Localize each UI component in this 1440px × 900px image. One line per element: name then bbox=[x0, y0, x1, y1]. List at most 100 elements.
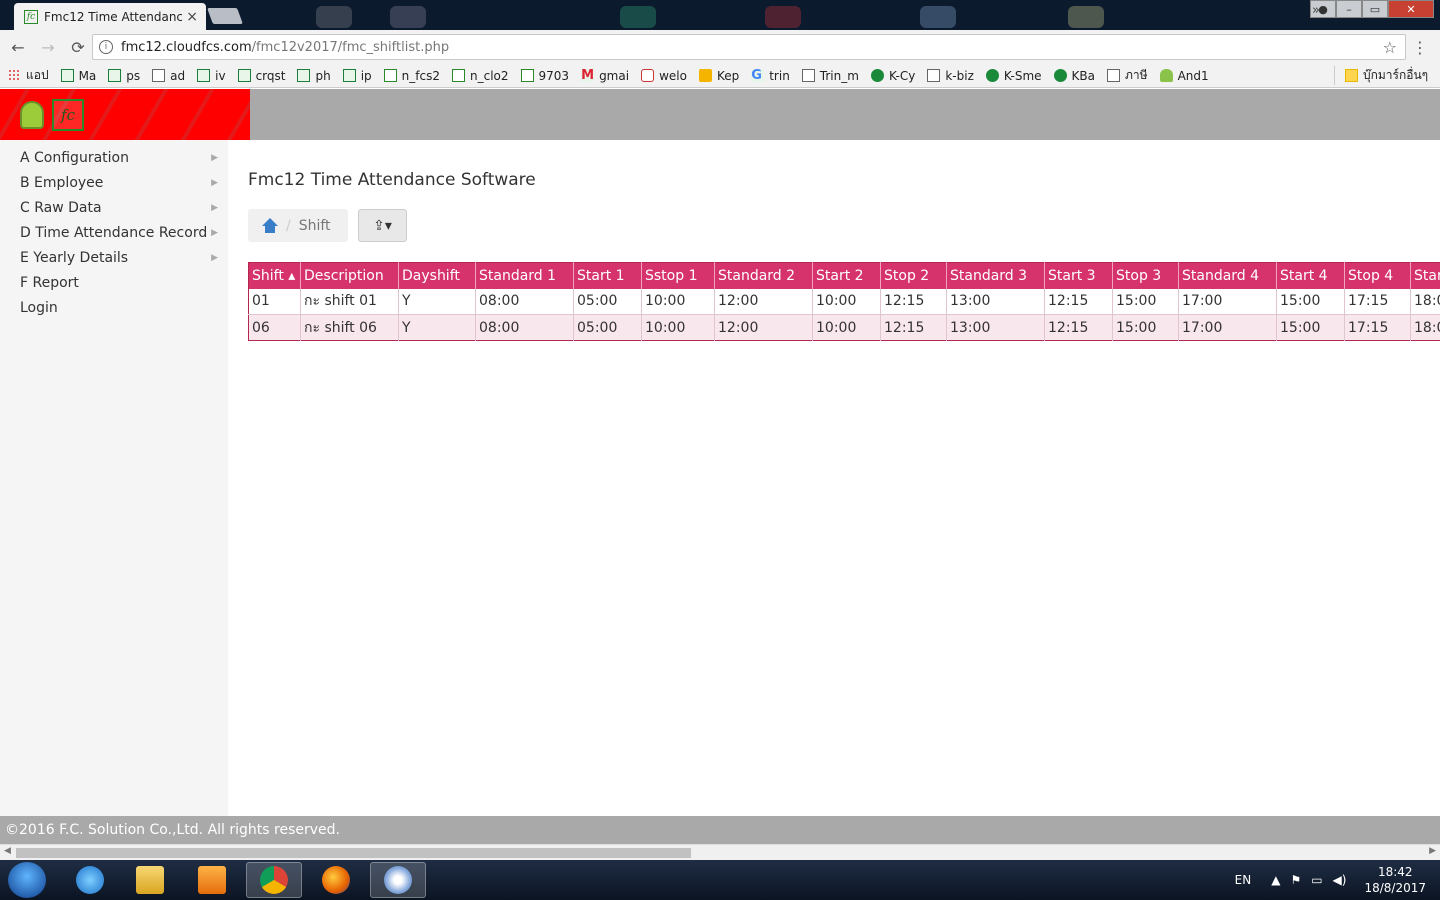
table-cell: 13:00 bbox=[946, 288, 1045, 315]
table-cell: 12:15 bbox=[880, 314, 947, 341]
site-info-icon[interactable]: i bbox=[99, 40, 113, 54]
maximize-button[interactable]: ▭ bbox=[1362, 0, 1388, 18]
bookmark-item[interactable]: iv bbox=[197, 69, 226, 83]
clock[interactable]: 18:42 18/8/2017 bbox=[1364, 864, 1426, 896]
windows-start-button[interactable] bbox=[8, 862, 46, 898]
bookmark-item[interactable]: And1 bbox=[1159, 69, 1209, 83]
table-cell: 15:00 bbox=[1112, 314, 1179, 341]
bookmark-item[interactable]: K-Sme bbox=[985, 69, 1042, 83]
bookmark-item[interactable]: 9703 bbox=[520, 69, 569, 83]
sidebar-item-label: E Yearly Details bbox=[20, 249, 129, 266]
sheets-icon bbox=[237, 69, 251, 82]
flag-icon[interactable]: ⚑ bbox=[1290, 873, 1301, 887]
taskbar-explorer[interactable] bbox=[122, 862, 178, 898]
forward-button[interactable]: → bbox=[36, 38, 60, 57]
taskbar-paint[interactable] bbox=[370, 862, 426, 898]
sidebar-item[interactable]: F Report bbox=[0, 270, 228, 295]
bookmark-item[interactable]: ph bbox=[297, 69, 331, 83]
column-header[interactable]: Star bbox=[1410, 262, 1440, 289]
bookmark-item[interactable]: Mgmai bbox=[581, 69, 629, 83]
bookmark-item[interactable]: n_fcs2 bbox=[383, 69, 440, 83]
bookmark-item[interactable]: Ma bbox=[60, 69, 96, 83]
sidebar-item[interactable]: C Raw Data ▶ bbox=[0, 195, 228, 220]
table-cell: 05:00 bbox=[573, 288, 642, 315]
bookmark-item[interactable]: แอป bbox=[8, 66, 49, 85]
minimize-button[interactable]: – bbox=[1336, 0, 1362, 18]
folder-icon bbox=[136, 866, 164, 894]
sidebar-item[interactable]: D Time Attendance Record ▶ bbox=[0, 220, 228, 245]
column-header[interactable]: Start 1 bbox=[573, 262, 642, 289]
browser-menu-icon[interactable]: ⋮ bbox=[1412, 38, 1428, 57]
browser-tab-active[interactable]: fc Fmc12 Time Attendance × bbox=[14, 3, 206, 30]
fc-logo-icon[interactable]: fc bbox=[52, 99, 84, 131]
taskbar-chrome[interactable] bbox=[246, 862, 302, 898]
bookmark-item[interactable]: n_clo2 bbox=[452, 69, 509, 83]
chrome-icon bbox=[260, 866, 288, 894]
table-row[interactable]: 01 กะ shift 01 Y 08:00 05:00 10:00 12:00 10:00 1… bbox=[248, 288, 1440, 315]
column-header[interactable]: Stop 2 bbox=[880, 262, 947, 289]
column-header[interactable]: Start 3 bbox=[1044, 262, 1113, 289]
table-cell: 18:0 bbox=[1410, 288, 1440, 315]
network-icon[interactable]: ▭ bbox=[1311, 873, 1322, 887]
logo-area: fc bbox=[0, 89, 250, 140]
column-header[interactable]: Start 2 bbox=[812, 262, 881, 289]
show-hidden-icons-icon[interactable]: ▲ bbox=[1271, 873, 1280, 887]
bookmark-item[interactable]: K-Cy bbox=[870, 69, 915, 83]
reload-button[interactable]: ⟳ bbox=[66, 38, 90, 57]
bookmark-item[interactable]: k-biz bbox=[927, 69, 974, 83]
bookmark-item[interactable]: ภาษี bbox=[1107, 66, 1148, 85]
bookmark-item[interactable]: Gtrin bbox=[751, 69, 790, 83]
scroll-right-icon[interactable]: ▶ bbox=[1429, 846, 1436, 856]
column-header[interactable]: Standard 3 bbox=[946, 262, 1045, 289]
column-header[interactable]: Stop 4 bbox=[1344, 262, 1411, 289]
back-button[interactable]: ← bbox=[6, 38, 30, 57]
column-header[interactable]: Standard 2 bbox=[714, 262, 813, 289]
sidebar-item[interactable]: A Configuration ▶ bbox=[0, 145, 228, 170]
language-indicator[interactable]: EN bbox=[1235, 873, 1252, 887]
column-header[interactable]: Start 4 bbox=[1276, 262, 1345, 289]
taskbar-firefox[interactable] bbox=[308, 862, 364, 898]
blurred-window-icon bbox=[920, 6, 956, 28]
tab-close-icon[interactable]: × bbox=[186, 9, 198, 25]
scroll-left-icon[interactable]: ◀ bbox=[4, 846, 11, 856]
sidebar-item[interactable]: E Yearly Details ▶ bbox=[0, 245, 228, 270]
column-header[interactable]: Standard 4 bbox=[1178, 262, 1277, 289]
column-header[interactable]: Dayshift bbox=[398, 262, 476, 289]
bookmark-item[interactable]: KBa bbox=[1053, 69, 1095, 83]
horizontal-scrollbar[interactable]: ◀ ▶ bbox=[0, 844, 1440, 860]
sidebar-item[interactable]: Login bbox=[0, 295, 228, 320]
column-header[interactable]: Sstop 1 bbox=[641, 262, 715, 289]
bookmark-item[interactable]: Kep bbox=[698, 69, 739, 83]
bookmark-item[interactable]: crqst bbox=[237, 69, 285, 83]
bookmark-label: ภาษี bbox=[1125, 68, 1148, 82]
android-logo-icon[interactable] bbox=[20, 101, 44, 129]
column-header[interactable]: Shift ▴ bbox=[248, 262, 301, 289]
home-icon[interactable] bbox=[262, 218, 278, 233]
bookmark-star-icon[interactable]: ☆ bbox=[1383, 38, 1397, 57]
blurred-window-icon bbox=[620, 6, 656, 28]
sheets-icon bbox=[60, 69, 74, 82]
volume-icon[interactable]: ◀) bbox=[1333, 873, 1347, 887]
table-cell: 15:00 bbox=[1276, 288, 1345, 315]
taskbar-media[interactable] bbox=[184, 862, 240, 898]
bookmark-item[interactable]: Trin_m bbox=[801, 69, 859, 83]
bookmark-item[interactable]: ip bbox=[342, 69, 372, 83]
taskbar-ie[interactable] bbox=[62, 862, 118, 898]
sidebar-item[interactable]: B Employee ▶ bbox=[0, 170, 228, 195]
column-header[interactable]: Standard 1 bbox=[475, 262, 574, 289]
bookmark-item[interactable]: ps bbox=[108, 69, 140, 83]
bookmark-item[interactable]: welo bbox=[641, 69, 687, 83]
address-bar[interactable]: i fmc12.cloudfcs.com/fmc12v2017/fmc_shif… bbox=[92, 34, 1406, 60]
column-header[interactable]: Description bbox=[300, 262, 399, 289]
bookmarks-overflow-button[interactable]: » bbox=[1312, 3, 1320, 18]
close-window-button[interactable]: ✕ bbox=[1388, 0, 1434, 18]
table-row[interactable]: 06 กะ shift 06 Y 08:00 05:00 10:00 12:00 10:00 1… bbox=[248, 314, 1440, 341]
column-header[interactable]: Stop 3 bbox=[1112, 262, 1179, 289]
windows-taskbar: EN ▲ ⚑ ▭ ◀) 18:42 18/8/2017 bbox=[0, 860, 1440, 900]
export-dropdown-button[interactable]: ⇪▾ bbox=[358, 209, 407, 242]
submenu-arrow-icon: ▶ bbox=[211, 177, 218, 188]
scrollbar-thumb[interactable] bbox=[16, 848, 691, 858]
other-bookmarks-folder[interactable]: บุ๊กมาร์กอื่นๆ bbox=[1334, 66, 1428, 85]
bookmark-item[interactable]: ad bbox=[152, 69, 185, 83]
new-tab-button[interactable] bbox=[207, 8, 243, 24]
